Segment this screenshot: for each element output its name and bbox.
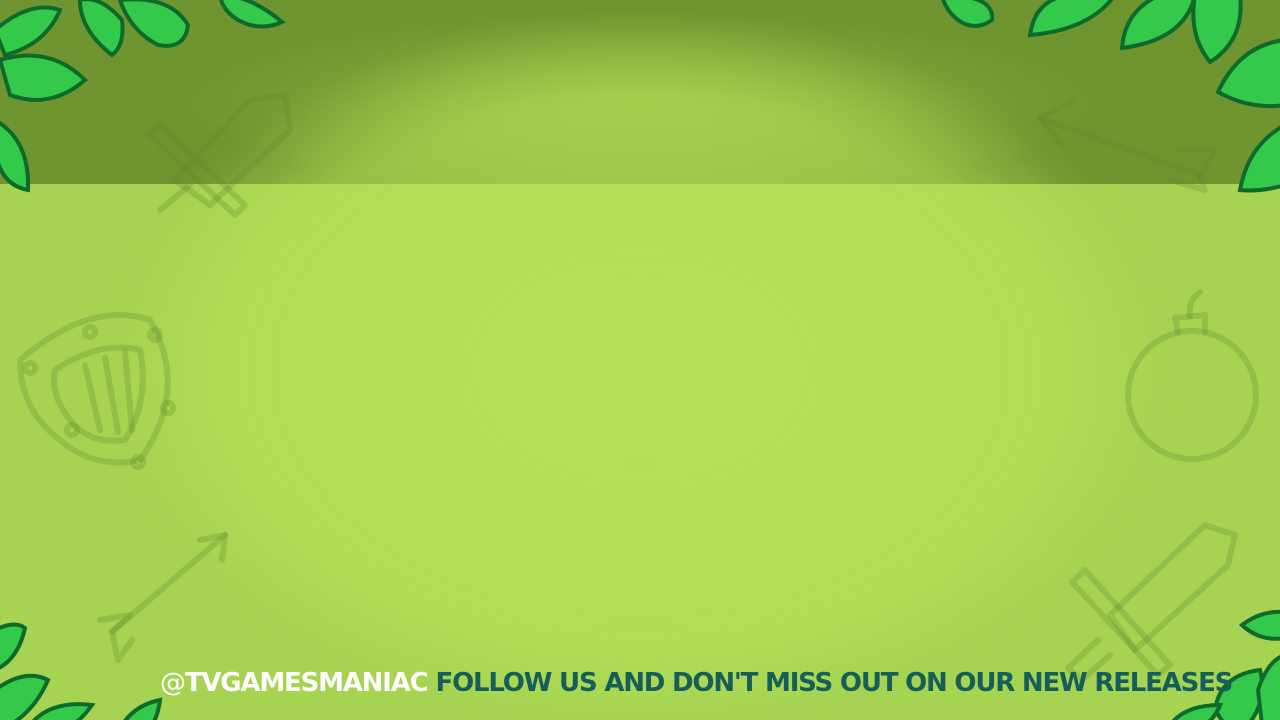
leaf-icon <box>31 702 96 720</box>
leaf-icon <box>0 53 88 102</box>
leaf-icon <box>1027 0 1114 38</box>
leaf-icon <box>1191 0 1243 65</box>
leaf-icon <box>219 0 286 29</box>
leaf-icon <box>0 120 31 193</box>
footer-banner: @TVGAMESMANIAC FOLLOW US AND DON'T MISS … <box>160 668 1233 708</box>
leaf-icon <box>123 697 163 720</box>
leaf-icon <box>941 0 995 28</box>
follow-slogan: FOLLOW US AND DON'T MISS OUT ON OUR NEW … <box>435 668 1234 698</box>
leaf-icon <box>1119 0 1196 51</box>
leaf-icon <box>0 622 28 670</box>
leaf-icon <box>1237 125 1280 193</box>
leaf-icon <box>1171 702 1223 720</box>
game-screen: @TVGAMESMANIAC FOLLOW US AND DON'T MISS … <box>0 0 1280 720</box>
social-handle[interactable]: @TVGAMESMANIAC <box>160 668 429 698</box>
leaf-icon <box>0 5 63 58</box>
at-sign: @ <box>160 668 186 698</box>
handle-name: TVGAMESMANIAC <box>184 668 429 698</box>
leaf-icon <box>1255 654 1280 720</box>
leaf-icon <box>77 0 125 58</box>
leaf-icon <box>117 0 191 48</box>
leaf-icon <box>1238 609 1280 641</box>
leaf-decorations <box>0 0 1280 720</box>
